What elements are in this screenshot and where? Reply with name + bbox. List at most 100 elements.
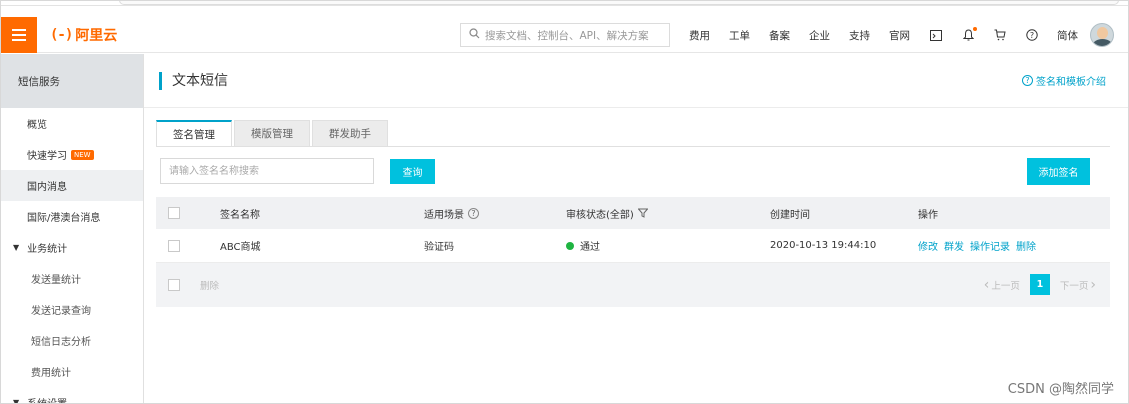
- cell-created: 2020-10-13 19:44:10: [770, 240, 877, 251]
- select-all-checkbox[interactable]: [168, 207, 180, 219]
- notification-dot: [973, 27, 977, 31]
- watermark: CSDN @陶然同学: [1007, 382, 1114, 397]
- table-header: 签名名称 适用场景 ? 审核状态(全部) 创建时间 操作: [156, 197, 1110, 229]
- hamburger-icon: [12, 28, 26, 41]
- page-number-current[interactable]: 1: [1029, 274, 1050, 295]
- sidebar-item-label: 概览: [27, 120, 47, 131]
- browser-strip: [1, 1, 1128, 6]
- tab-divider: [156, 146, 1110, 147]
- tab-bulk-send[interactable]: 群发助手: [312, 120, 388, 147]
- bell-icon[interactable]: [961, 27, 977, 42]
- sidebar-item-international[interactable]: 国际/港澳台消息: [1, 201, 143, 232]
- bulk-send-link[interactable]: 群发: [944, 238, 964, 253]
- brand-name: 阿里云: [75, 27, 118, 44]
- cart-icon[interactable]: [993, 28, 1007, 42]
- help-link[interactable]: ? 签名和模板介绍: [1022, 73, 1106, 88]
- tab-templates[interactable]: 模版管理: [234, 120, 310, 147]
- sidebar-item-quickstart[interactable]: 快速学习 NEW: [1, 139, 143, 170]
- footer-checkbox[interactable]: [168, 279, 180, 291]
- prev-page-button[interactable]: 上一页: [991, 278, 1020, 292]
- sidebar: 短信服务 概览 快速学习 NEW 国内消息 国际/港澳台消息 ▼ 业务统计 发送…: [1, 54, 144, 404]
- sidebar-group-label: 业务统计: [27, 244, 68, 255]
- address-bar: [119, 1, 1119, 5]
- table-footer: 删除 ‹ 上一页 1 下一页 ›: [156, 263, 1110, 307]
- top-nav: 费用 工单 备案 企业 支持 官网 ? 简体: [689, 17, 1097, 53]
- sidebar-item-cost-stats[interactable]: 费用统计: [1, 356, 143, 387]
- search-placeholder: 搜索文档、控制台、API、解决方案: [485, 29, 649, 42]
- top-header: (-) 阿里云 搜索文档、控制台、API、解决方案 费用 工单 备案 企业 支持…: [1, 16, 1128, 53]
- cell-name: ABC商城: [220, 242, 261, 253]
- col-status[interactable]: 审核状态(全部): [566, 206, 648, 221]
- chevron-right-icon: ›: [1090, 276, 1096, 293]
- nav-ticket[interactable]: 工单: [729, 28, 750, 43]
- user-avatar[interactable]: [1090, 23, 1114, 47]
- table-row: ABC商城 验证码 通过 2020-10-13 19:44:10 修改 群发 操…: [156, 229, 1110, 263]
- question-icon: ?: [1022, 75, 1033, 86]
- edit-link[interactable]: 修改: [918, 238, 938, 253]
- sidebar-item-label: 国际/港澳台消息: [27, 213, 101, 224]
- help-link-label: 签名和模板介绍: [1036, 77, 1106, 88]
- sidebar-group-settings[interactable]: ▼ 系统设置: [1, 387, 143, 404]
- caret-down-icon: ▼: [13, 398, 20, 404]
- sidebar-item-label: 费用统计: [31, 368, 71, 379]
- col-actions: 操作: [918, 209, 938, 221]
- language-switch[interactable]: 简体: [1057, 28, 1078, 43]
- menu-button[interactable]: [1, 16, 37, 53]
- page-title: 文本短信: [159, 72, 228, 90]
- sidebar-item-label: 国内消息: [27, 182, 67, 193]
- next-page-button[interactable]: 下一页: [1060, 278, 1089, 292]
- sidebar-item-label: 发送量统计: [31, 275, 81, 286]
- delete-link[interactable]: 删除: [1016, 238, 1036, 253]
- sidebar-item-log-analysis[interactable]: 短信日志分析: [1, 325, 143, 356]
- main-area: 文本短信 ? 签名和模板介绍 签名管理 模版管理 群发助手 查询 添加签名 签名…: [144, 54, 1128, 403]
- tab-bar: 签名管理 模版管理 群发助手: [156, 120, 390, 147]
- sidebar-item-domestic[interactable]: 国内消息: [1, 170, 143, 201]
- sidebar-item-label: 发送记录查询: [31, 306, 91, 317]
- query-button[interactable]: 查询: [390, 159, 435, 184]
- nav-enterprise[interactable]: 企业: [809, 28, 830, 43]
- nav-icp[interactable]: 备案: [769, 28, 790, 43]
- sidebar-item-send-volume[interactable]: 发送量统计: [1, 263, 143, 294]
- history-link[interactable]: 操作记录: [970, 238, 1010, 253]
- nav-support[interactable]: 支持: [849, 28, 870, 43]
- col-status-label: 审核状态(全部): [566, 209, 634, 221]
- nav-official[interactable]: 官网: [889, 28, 910, 43]
- caret-down-icon: ▼: [13, 243, 20, 252]
- cell-status: 通过: [566, 238, 600, 253]
- cell-scene: 验证码: [424, 242, 454, 253]
- question-icon[interactable]: ?: [468, 207, 479, 219]
- help-icon[interactable]: ?: [1025, 28, 1039, 42]
- status-label: 通过: [580, 242, 600, 253]
- col-name: 签名名称: [220, 209, 260, 221]
- sidebar-group-stats[interactable]: ▼ 业务统计: [1, 232, 143, 263]
- sidebar-item-label: 快速学习: [27, 151, 67, 162]
- global-search[interactable]: 搜索文档、控制台、API、解决方案: [460, 23, 670, 47]
- filter-icon[interactable]: [637, 208, 648, 218]
- brand-logo[interactable]: (-) 阿里云: [50, 25, 117, 45]
- signature-table: 签名名称 适用场景 ? 审核状态(全部) 创建时间 操作 ABC商城 验证码 通…: [156, 197, 1110, 307]
- tab-signatures[interactable]: 签名管理: [156, 120, 232, 147]
- brand-mark: (-): [50, 26, 73, 43]
- sidebar-item-overview[interactable]: 概览: [1, 108, 143, 139]
- svg-text:?: ?: [1030, 31, 1034, 40]
- avatar-face: [1097, 27, 1108, 39]
- pagination: ‹ 上一页 1 下一页 ›: [984, 274, 1096, 295]
- status-dot: [566, 241, 574, 250]
- sidebar-group-label: 系统设置: [27, 395, 67, 403]
- window-frame: (-) 阿里云 搜索文档、控制台、API、解决方案 费用 工单 备案 企业 支持…: [0, 0, 1129, 404]
- add-signature-button[interactable]: 添加签名: [1027, 158, 1090, 185]
- new-badge: NEW: [71, 149, 94, 160]
- page-header: 文本短信 ? 签名和模板介绍: [144, 54, 1128, 108]
- row-checkbox[interactable]: [168, 239, 180, 252]
- chevron-left-icon: ‹: [983, 276, 990, 293]
- col-scene-label: 适用场景: [424, 209, 464, 221]
- col-scene: 适用场景 ?: [424, 206, 479, 221]
- cell-actions: 修改 群发 操作记录 删除: [918, 238, 1042, 253]
- terminal-icon[interactable]: [929, 28, 943, 42]
- signature-search-input[interactable]: [160, 158, 374, 184]
- sidebar-item-send-records[interactable]: 发送记录查询: [1, 294, 143, 325]
- batch-delete-button[interactable]: 删除: [200, 278, 219, 292]
- sidebar-title: 短信服务: [1, 54, 143, 108]
- avatar-body: [1093, 39, 1112, 46]
- nav-fee[interactable]: 费用: [689, 28, 710, 43]
